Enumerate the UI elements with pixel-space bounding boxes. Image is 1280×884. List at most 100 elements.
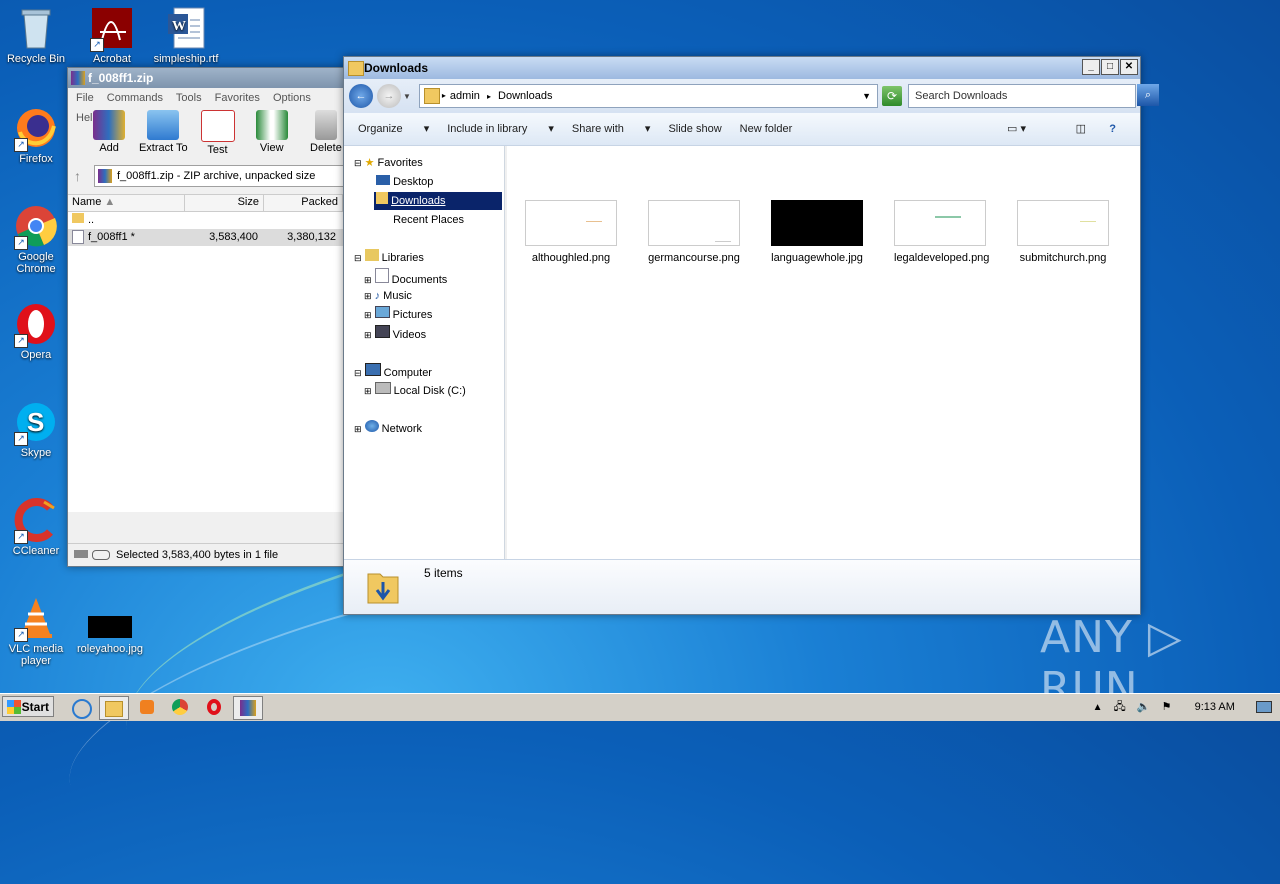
include-in-library-button[interactable]: Include in library ▾	[447, 113, 554, 145]
menu-options[interactable]: Options	[273, 92, 311, 104]
recent-pages-dropdown[interactable]: ▼	[403, 92, 411, 101]
documents-icon	[374, 268, 389, 283]
desktop-icon-firefox[interactable]: ↗ Firefox	[0, 106, 72, 165]
clock[interactable]: 9:13 AM	[1195, 701, 1235, 713]
tree-label: Documents	[391, 274, 448, 286]
winrar-titlebar[interactable]: f_008ff1.zip	[68, 68, 353, 88]
explorer-titlebar[interactable]: Downloads _ □ ✕	[344, 57, 1140, 79]
explorer-window[interactable]: Downloads _ □ ✕ ← → ▼ ▸ admin ▸ Download…	[343, 56, 1159, 615]
tree-favorites[interactable]: ⊟ ★ Favorites	[354, 154, 423, 172]
winrar-address-bar: ↑ f_008ff1.zip - ZIP archive, unpacked s…	[74, 164, 347, 188]
menu-tools[interactable]: Tools	[176, 92, 202, 104]
desktop-icon-opera[interactable]: ↗ Opera	[0, 302, 72, 361]
search-input[interactable]: Search Downloads ⌕	[908, 84, 1159, 108]
taskbar-media-player[interactable]	[133, 696, 161, 718]
collapse-icon[interactable]: ⊟	[354, 253, 362, 263]
close-button[interactable]: ✕	[1120, 59, 1138, 75]
breadcrumb-admin[interactable]: admin	[450, 90, 480, 102]
explorer-navbar: ← → ▼ ▸ admin ▸ Downloads ▼ ⟳ Search Dow…	[344, 79, 1159, 113]
menu-file[interactable]: File	[76, 92, 94, 104]
menu-favorites[interactable]: Favorites	[215, 92, 260, 104]
file-item[interactable]: submitchurch.png	[1017, 200, 1109, 264]
desktop-icon-acrobat[interactable]: ↗ Acrobat	[76, 6, 148, 65]
tree-videos[interactable]: ⊞ Videos	[364, 325, 426, 343]
up-arrow-icon[interactable]: ↑	[74, 168, 94, 184]
tree-downloads[interactable]: Downloads	[374, 192, 502, 210]
collapse-icon[interactable]: ⊟	[354, 368, 362, 378]
new-folder-button[interactable]: New folder	[740, 113, 793, 145]
desktop-icon-roleyahoo[interactable]: roleyahoo.jpg	[74, 596, 146, 655]
column-packed[interactable]: Packed	[264, 195, 343, 211]
view-button[interactable]: View	[245, 108, 299, 162]
breadcrumb[interactable]: ▸ admin ▸ Downloads ▼	[418, 84, 878, 108]
expand-icon[interactable]: ⊞	[354, 424, 362, 434]
taskbar-winrar[interactable]	[233, 696, 263, 720]
desktop-icon-ccleaner[interactable]: ↗ CCleaner	[0, 498, 72, 557]
collapse-icon[interactable]: ⊟	[354, 158, 362, 168]
desktop-icon-vlc[interactable]: ↗ VLC media player	[0, 596, 72, 667]
chevron-down-icon[interactable]: ▼	[862, 85, 871, 107]
taskbar-opera[interactable]	[200, 696, 228, 718]
back-button[interactable]: ←	[349, 84, 373, 108]
organize-button[interactable]: Organize ▾	[358, 113, 429, 145]
shortcut-arrow-icon: ↗	[90, 38, 104, 52]
start-button[interactable]: Start	[2, 696, 54, 717]
winrar-path-field[interactable]: f_008ff1.zip - ZIP archive, unpacked siz…	[94, 165, 347, 187]
desktop-icon-simpleship[interactable]: W simpleship.rtf	[150, 6, 222, 65]
column-size[interactable]: Size	[185, 195, 264, 211]
preview-pane-button[interactable]: ◫	[1076, 113, 1086, 145]
network-tray-icon[interactable]: 🖧	[1114, 701, 1126, 713]
expand-icon[interactable]: ⊞	[364, 275, 372, 285]
tree-desktop[interactable]: Desktop	[376, 173, 433, 191]
help-icon[interactable]: ?	[1109, 113, 1116, 145]
tree-libraries[interactable]: ⊟ Libraries	[354, 249, 424, 267]
table-row[interactable]: ..	[68, 212, 353, 229]
desktop-icon-label: VLC media player	[8, 643, 64, 667]
tree-pictures[interactable]: ⊞ Pictures	[364, 306, 432, 324]
file-item[interactable]: legaldeveloped.png	[894, 200, 989, 264]
minimize-button[interactable]: _	[1082, 59, 1100, 75]
tree-network[interactable]: ⊞ Network	[354, 420, 422, 438]
table-row[interactable]: f_008ff1 * 3,583,400 3,380,132	[68, 229, 353, 246]
desktop-icon-label: Opera	[20, 349, 52, 361]
show-desktop-button[interactable]	[1256, 701, 1272, 714]
chevron-right-icon: ▸	[441, 91, 446, 100]
tree-local-disk[interactable]: ⊞ Local Disk (C:)	[364, 382, 466, 400]
tree-recent-places[interactable]: Recent Places	[376, 211, 464, 229]
show-hidden-icons-button[interactable]: ▲	[1093, 702, 1103, 713]
extract-to-button[interactable]: Extract To	[136, 108, 190, 162]
share-with-button[interactable]: Share with ▾	[572, 113, 651, 145]
file-item[interactable]: germancourse.png	[648, 200, 740, 264]
system-tray: ▲ 🖧 🔈 ⚑ 9:13 AM	[1093, 694, 1280, 721]
add-button[interactable]: Add	[82, 108, 136, 162]
desktop-icon-recycle-bin[interactable]: Recycle Bin	[0, 6, 72, 65]
winrar-window[interactable]: f_008ff1.zip File Commands Tools Favorit…	[67, 67, 354, 567]
maximize-button[interactable]: □	[1101, 59, 1119, 75]
expand-icon[interactable]: ⊞	[364, 291, 372, 301]
tree-label: Local Disk (C:)	[393, 385, 466, 397]
desktop-icon-skype[interactable]: S ↗ Skype	[0, 400, 72, 459]
search-icon[interactable]: ⌕	[1137, 84, 1159, 106]
file-item[interactable]: althoughled.png	[525, 200, 617, 264]
taskbar-ie[interactable]	[68, 696, 96, 719]
refresh-button[interactable]: ⟳	[882, 86, 902, 106]
menu-commands[interactable]: Commands	[107, 92, 163, 104]
tree-music[interactable]: ⊞ ♪ Music	[364, 287, 412, 305]
test-button[interactable]: Test	[190, 108, 244, 162]
slide-show-button[interactable]: Slide show	[668, 113, 721, 145]
expand-icon[interactable]: ⊞	[364, 386, 372, 396]
forward-button[interactable]: →	[377, 84, 401, 108]
breadcrumb-downloads[interactable]: Downloads	[498, 90, 552, 102]
volume-icon[interactable]: 🔈	[1137, 701, 1151, 713]
taskbar-explorer[interactable]	[99, 696, 129, 720]
change-view-button[interactable]: ▭ ▾	[1007, 113, 1026, 145]
expand-icon[interactable]: ⊞	[364, 310, 372, 320]
desktop-icon-chrome[interactable]: ↗ Google Chrome	[0, 204, 72, 275]
taskbar-chrome[interactable]	[166, 696, 194, 718]
tree-documents[interactable]: ⊞ Documents	[364, 268, 447, 286]
tree-computer[interactable]: ⊟ Computer	[354, 363, 432, 381]
flag-icon[interactable]: ⚑	[1162, 701, 1172, 713]
column-name[interactable]: Name ▲	[68, 195, 185, 211]
expand-icon[interactable]: ⊞	[364, 330, 372, 340]
file-item[interactable]: languagewhole.jpg	[771, 200, 863, 264]
